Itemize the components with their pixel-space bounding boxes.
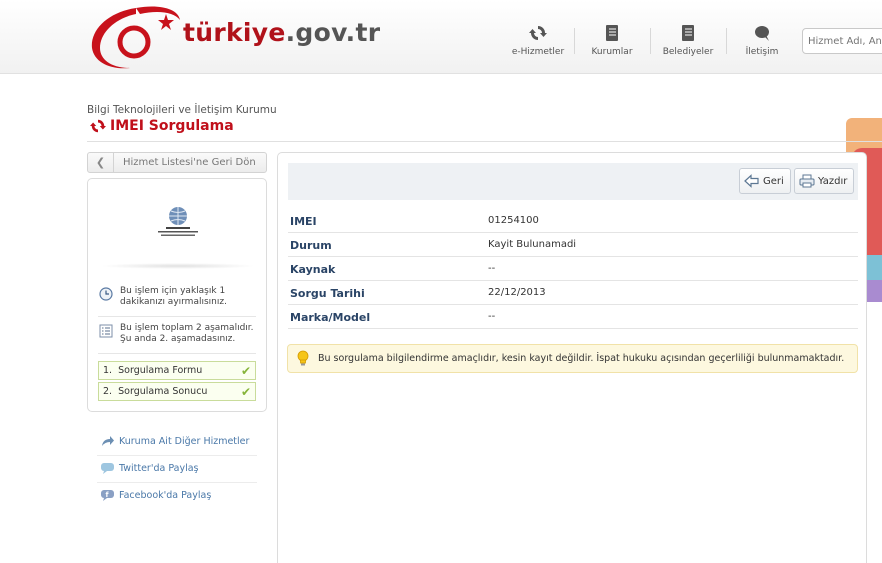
nav-divider	[650, 28, 651, 54]
service-refresh-icon	[90, 119, 106, 133]
divider	[97, 455, 257, 456]
step-item: 2. Sorgulama Sonucu ✔	[98, 382, 256, 401]
nav-divider	[574, 28, 575, 54]
result-value: --	[488, 311, 496, 322]
page: türkiye.gov.tr e-Hizmetler Kurumlar Bele…	[0, 0, 882, 563]
result-toolbar: Geri Yazdır	[288, 163, 858, 200]
divider	[98, 316, 256, 317]
divider	[97, 482, 257, 483]
print-button-label: Yazdır	[818, 175, 848, 187]
nav-e-hizmetler[interactable]: e-Hizmetler	[502, 24, 574, 57]
result-key: Marka/Model	[290, 311, 371, 324]
back-button[interactable]: Geri	[739, 168, 791, 194]
result-row: Marka/Model --	[288, 305, 858, 329]
btk-logo-icon	[158, 207, 198, 236]
turkiye-logo-icon[interactable]	[88, 2, 184, 72]
step-number: 1.	[103, 365, 113, 376]
disclaimer-text: Bu sorgulama bilgilendirme amaçlıdır, ke…	[318, 353, 845, 364]
refresh-icon	[529, 26, 547, 40]
duration-info: Bu işlem için yaklaşık 1 dakikanızı ayır…	[99, 286, 259, 308]
result-row: Sorgu Tarihi 22/12/2013	[288, 281, 858, 305]
page-title-text: IMEI Sorgulama	[110, 118, 234, 134]
back-to-service-list-button[interactable]: ❮ Hizmet Listesi'ne Geri Dön	[87, 152, 267, 173]
facebook-share-link[interactable]: f Facebook'da Paylaş	[100, 489, 211, 502]
stage-info: Bu işlem toplam 2 aşamalıdır. Şu anda 2.…	[99, 323, 259, 345]
result-row: IMEI 01254100	[288, 209, 858, 233]
checkmark-icon: ✔	[240, 364, 251, 378]
nav-label: Belediyeler	[662, 47, 714, 57]
site-logo-text[interactable]: türkiye.gov.tr	[183, 18, 380, 47]
result-key: Kaynak	[290, 263, 336, 276]
step-label: Sorgulama Sonucu	[118, 386, 208, 397]
twitter-share-link[interactable]: Twitter'da Paylaş	[100, 462, 198, 475]
print-button[interactable]: Yazdır	[794, 168, 855, 194]
result-row: Durum Kayit Bulunamadi	[288, 233, 858, 257]
result-row: Kaynak --	[288, 257, 858, 281]
header: türkiye.gov.tr e-Hizmetler Kurumlar Bele…	[0, 0, 882, 74]
step-label: Sorgulama Formu	[118, 365, 203, 376]
checkmark-icon: ✔	[240, 385, 251, 399]
result-value: 22/12/2013	[488, 287, 546, 298]
step-item: 1. Sorgulama Formu ✔	[98, 361, 256, 380]
chat-icon	[755, 26, 769, 41]
step-number: 2.	[103, 386, 113, 397]
institution-name: Bilgi Teknolojileri ve İletişim Kurumu	[87, 104, 277, 116]
service-info-panel: Bu işlem için yaklaşık 1 dakikanızı ayır…	[87, 178, 267, 412]
chevron-left-icon: ❮	[88, 153, 114, 172]
book-icon	[606, 25, 618, 41]
twitter-share-label: Twitter'da Paylaş	[119, 463, 199, 474]
other-services-link[interactable]: Kuruma Ait Diğer Hizmetler	[100, 435, 249, 448]
speech-bubble-icon	[101, 463, 114, 474]
logo-name: türkiye	[183, 18, 286, 47]
divider	[87, 141, 882, 142]
share-arrow-icon	[102, 436, 114, 446]
printer-icon	[799, 174, 815, 188]
result-value: 01254100	[488, 215, 539, 226]
nav-iletisim[interactable]: İletişim	[726, 24, 798, 57]
divider	[98, 353, 256, 354]
clock-icon	[99, 287, 113, 301]
lightbulb-icon	[297, 350, 309, 366]
search-input[interactable]	[802, 28, 882, 54]
nav-label: İletişim	[745, 47, 779, 57]
other-services-label: Kuruma Ait Diğer Hizmetler	[119, 436, 250, 447]
stage-info-text: Bu işlem toplam 2 aşamalıdır. Şu anda 2.…	[120, 323, 254, 344]
nav-kurumlar[interactable]: Kurumlar	[576, 24, 648, 57]
back-button-label: Geri	[763, 175, 784, 187]
nav-label: Kurumlar	[591, 47, 633, 57]
result-key: Durum	[290, 239, 332, 252]
logo-tld: .gov.tr	[285, 18, 381, 47]
list-icon	[99, 324, 113, 338]
result-key: IMEI	[290, 215, 317, 228]
back-arrow-icon	[744, 174, 759, 188]
back-to-service-list-label: Hizmet Listesi'ne Geri Dön	[123, 157, 256, 168]
book-icon	[682, 25, 694, 41]
facebook-icon: f	[101, 490, 114, 501]
page-title: IMEI Sorgulama	[89, 118, 234, 134]
nav-label: e-Hizmetler	[511, 47, 565, 57]
divider-shadow	[100, 263, 256, 269]
result-value: Kayit Bulunamadi	[488, 239, 577, 250]
disclaimer-notice: Bu sorgulama bilgilendirme amaçlıdır, ke…	[287, 344, 858, 373]
facebook-share-label: Facebook'da Paylaş	[119, 490, 212, 501]
result-key: Sorgu Tarihi	[290, 287, 365, 300]
nav-belediyeler[interactable]: Belediyeler	[652, 24, 724, 57]
result-value: --	[488, 263, 496, 274]
duration-info-text: Bu işlem için yaklaşık 1 dakikanızı ayır…	[120, 286, 227, 307]
result-panel: Geri Yazdır IMEI 01254100 Durum Kayit Bu…	[277, 152, 867, 563]
